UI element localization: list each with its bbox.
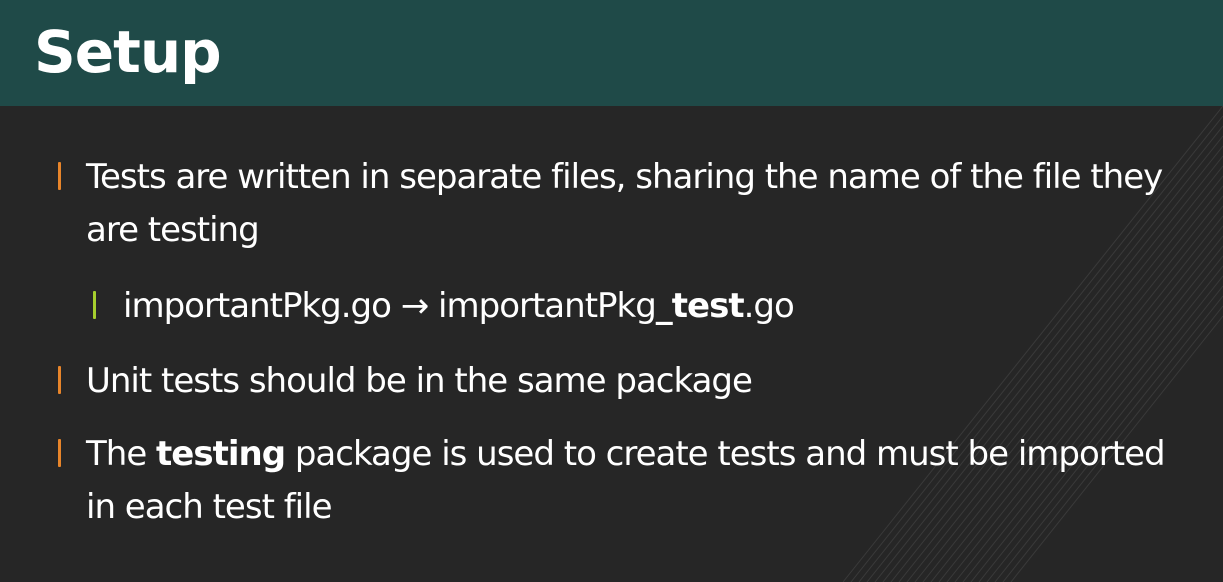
test-suffix-text: _test [655, 286, 745, 326]
sub-bullet-text: importantPkg.go → importantPkg_test.go [123, 280, 795, 333]
bullet-list: Tests are written in separate files, sha… [0, 0, 1223, 582]
sub-bullet-item: importantPkg.go → importantPkg_test.go [93, 280, 795, 333]
bullet-bar-icon [58, 439, 61, 467]
bullet-bar-icon [58, 366, 61, 394]
bullet-text: Tests are written in separate files, sha… [86, 157, 1163, 250]
bullet-item: The testing package is used to create te… [58, 428, 1166, 534]
bullet-bar-icon [58, 162, 61, 190]
bullet-item: Unit tests should be in the same package [58, 355, 753, 408]
sub-bullet-bar-icon [93, 291, 96, 319]
bullet-text-start: The [86, 434, 157, 474]
bullet-text: The testing package is used to create te… [86, 428, 1166, 534]
testing-package-name: testing [156, 434, 286, 474]
bullet-item: Tests are written in separate files, sha… [58, 151, 1166, 257]
slide: Setup Tests are written in separate file… [0, 0, 1223, 582]
extension-text: .go [743, 286, 795, 326]
bullet-text: Unit tests should be in the same package [86, 361, 753, 401]
filename-text: importantPkg.go → importantPkg [123, 286, 657, 326]
